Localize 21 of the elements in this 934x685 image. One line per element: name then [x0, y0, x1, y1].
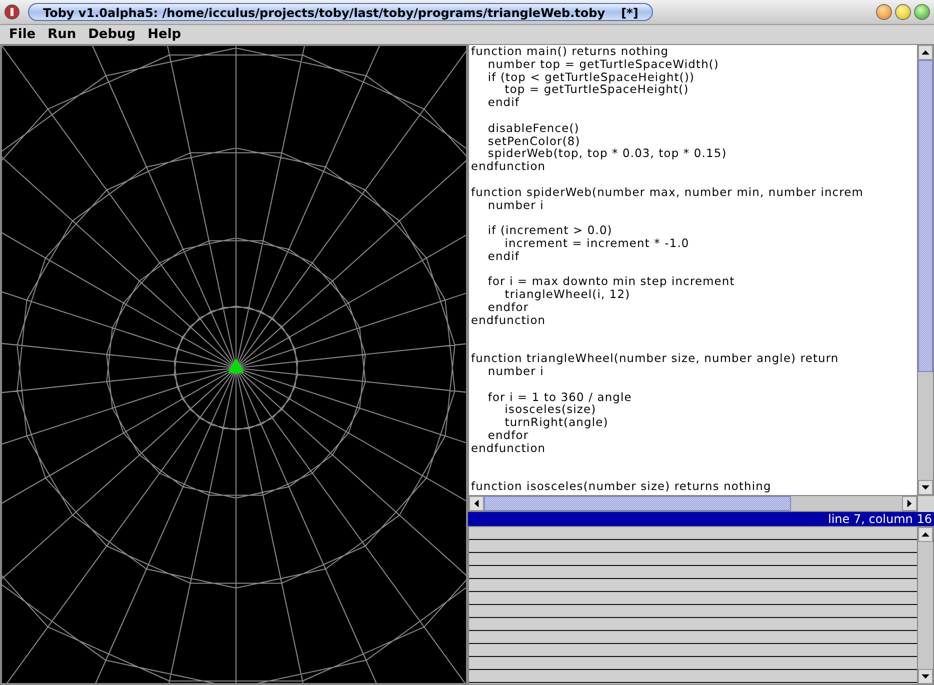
cursor-position: line 7, column 16	[828, 512, 932, 526]
close-button[interactable]	[914, 4, 930, 20]
output-list[interactable]	[469, 527, 917, 684]
modified-mark: [*]	[621, 6, 638, 20]
window-title: Toby v1.0alpha5: /home/icculus/projects/toby/last/toby/programs/triangleWeb.toby	[43, 6, 606, 20]
scroll-right-icon[interactable]	[902, 496, 917, 511]
output-scrollbar[interactable]	[917, 527, 933, 684]
menu-item[interactable]: Run	[42, 27, 82, 42]
horizontal-scrollbar[interactable]	[468, 496, 918, 512]
menu-item[interactable]: Help	[142, 27, 188, 42]
scroll-up-icon[interactable]	[918, 45, 933, 60]
maximize-button[interactable]	[895, 4, 911, 20]
menu-item[interactable]: Debug	[82, 27, 142, 42]
vertical-scrollbar[interactable]	[917, 45, 933, 495]
scroll-left-icon[interactable]	[469, 496, 484, 511]
scroll-down-icon[interactable]	[918, 669, 933, 684]
scroll-up-icon[interactable]	[918, 527, 933, 542]
menu-item[interactable]: File	[3, 27, 42, 42]
scroll-down-icon[interactable]	[918, 480, 933, 495]
minimize-button[interactable]	[876, 4, 892, 20]
app-icon[interactable]	[4, 4, 20, 20]
